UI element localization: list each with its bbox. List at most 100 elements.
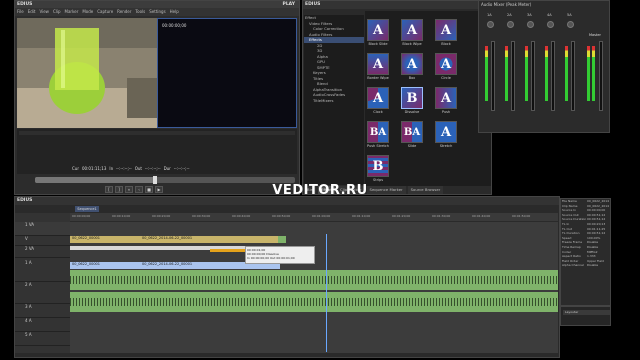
information-panel: File Name 00_0622_2014 Clip Name 00_0622_2… <box>560 198 611 306</box>
effect-tile-clock[interactable]: A <box>367 87 389 109</box>
master-fader[interactable] <box>599 41 603 111</box>
layouter-panel: Layouter <box>560 306 611 326</box>
pan-knob[interactable] <box>567 21 574 28</box>
playhead[interactable] <box>326 234 327 352</box>
effect-tile-push[interactable]: A <box>435 87 457 109</box>
sequence-tab[interactable]: Sequence1 <box>75 206 99 212</box>
effect-label: Box <box>408 76 416 80</box>
preview-window: EDIUS PLAY File Edit View Clip Marker Mo… <box>14 0 300 195</box>
timeline-logo: EDIUS <box>17 198 33 203</box>
effect-label: Push <box>441 110 451 114</box>
track-header-1a[interactable]: 1 A <box>15 260 70 282</box>
effect-tile-block-slide[interactable]: A <box>367 19 389 41</box>
effect-label: Block Wipe <box>402 42 422 46</box>
tree-item[interactable]: TitleMixers <box>304 98 364 104</box>
video-clip[interactable]: 00_0622_2014-06-22_00001 <box>140 236 280 243</box>
time-ruler[interactable]: 00:00:00;00 00:00:10;00 00:00:20;00 00:0… <box>70 213 558 221</box>
player-monitor[interactable] <box>17 18 157 128</box>
master-meter-left <box>587 46 590 101</box>
channel-fader[interactable] <box>491 41 495 111</box>
track-header-1va[interactable]: 1 VA <box>15 222 70 236</box>
menu-view[interactable]: View <box>39 9 49 15</box>
track-header-2a[interactable]: 2 A <box>15 282 70 304</box>
cur-timecode: 00:01:11;13 <box>81 166 107 171</box>
recorder-monitor[interactable]: 00:00:00;00 <box>157 18 297 128</box>
menu-settings[interactable]: Settings <box>149 9 165 15</box>
marker-strip <box>19 131 295 135</box>
effect-tile-block[interactable]: A <box>435 19 457 41</box>
level-meter <box>485 46 488 101</box>
menu-file[interactable]: File <box>17 9 24 15</box>
effect-tree[interactable]: Effect Video Filters Color Correction Au… <box>304 15 364 185</box>
level-meter <box>505 46 508 101</box>
out-timecode: --:--:--;-- <box>144 166 161 171</box>
effect-tile-stretch[interactable]: A <box>435 121 457 143</box>
menu-tools[interactable]: Tools <box>135 9 145 15</box>
channel-label: 3A <box>527 13 532 17</box>
menu-mode[interactable]: Mode <box>82 9 93 15</box>
track-header-v[interactable]: V <box>15 236 70 246</box>
preview-titlebar: EDIUS PLAY <box>15 1 299 8</box>
pan-knob[interactable] <box>507 21 514 28</box>
channel-fader[interactable] <box>551 41 555 111</box>
transition-tooltip: 00:00:01;00 00:00:00;00 Dissolve In 00:0… <box>245 246 315 264</box>
master-meter-right <box>592 46 595 101</box>
pan-knob[interactable] <box>547 21 554 28</box>
ruler-tick: 00:01:20;00 <box>392 214 411 218</box>
ruler-tick: 00:01:40;00 <box>472 214 491 218</box>
info-row: Alpha Channel Disable <box>561 263 610 268</box>
effect-label: Push Stretch <box>366 144 390 148</box>
channel-label: 4A <box>547 13 552 17</box>
track-header-5a[interactable]: 5 A <box>15 332 70 346</box>
ruler-tick: 00:00:50;00 <box>272 214 291 218</box>
menu-clip[interactable]: Clip <box>53 9 61 15</box>
effect-label: Stretch <box>439 144 453 148</box>
mixer-title: Audio Mixer (Peak Meter) <box>481 2 532 7</box>
layouter-item[interactable]: Layouter <box>563 310 610 315</box>
video-clip[interactable]: 00_0622_00001 <box>70 236 140 243</box>
level-meter <box>525 46 528 101</box>
effect-tile-border-wipe[interactable]: A <box>367 53 389 75</box>
menu-render[interactable]: Render <box>117 9 131 15</box>
menu-edit[interactable]: Edit <box>28 9 36 15</box>
audio-clip[interactable]: 00_0622_00001 <box>70 262 140 269</box>
effect-tile-slide[interactable]: BA <box>401 121 423 143</box>
effect-tile-dissolve[interactable]: B <box>401 87 423 109</box>
track-header-4a[interactable]: 4 A <box>15 318 70 332</box>
effect-tile-strips[interactable]: B <box>367 155 389 177</box>
menu-bar: File Edit View Clip Marker Mode Capture … <box>15 8 299 16</box>
channel-fader[interactable] <box>571 41 575 111</box>
channel-fader[interactable] <box>531 41 535 111</box>
ruler-tick: 00:00:30;00 <box>192 214 211 218</box>
audio-waveform-1a[interactable] <box>70 270 558 290</box>
master-label: Master <box>589 33 601 37</box>
ruler-tick: 00:01:30;00 <box>432 214 451 218</box>
track-headers: 1 VA V 2 VA 1 A 2 A 3 A 4 A 5 A <box>15 213 70 353</box>
timeline-titlebar: EDIUS <box>15 197 559 205</box>
menu-help[interactable]: Help <box>170 9 179 15</box>
effect-tile-block-wipe[interactable]: A <box>401 19 423 41</box>
effect-tile-push-stretch[interactable]: BA <box>367 121 389 143</box>
effect-label: Circle <box>441 76 451 80</box>
effect-label: Slide <box>407 144 417 148</box>
effect-label: Strips <box>372 178 384 182</box>
menu-marker[interactable]: Marker <box>65 9 79 15</box>
effect-tile-circle[interactable]: A <box>435 53 457 75</box>
mode-label: PLAY <box>282 2 295 7</box>
effect-palette: EDIUS Effect Video Filters Color Correct… <box>302 0 492 195</box>
effect-label: Clock <box>373 110 383 114</box>
track-header-3a[interactable]: 3 A <box>15 304 70 318</box>
ruler-tick: 00:00:10;00 <box>112 214 131 218</box>
track-area[interactable]: 00_0622_00001 00_0622_2014-06-22_00001 0… <box>70 222 558 353</box>
preview-toolbar: Cur 00:01:11;13 In --:--:--;-- Out --:--… <box>17 129 297 174</box>
menu-capture[interactable]: Capture <box>97 9 113 15</box>
audio-waveform-2a[interactable] <box>70 292 558 312</box>
channel-fader[interactable] <box>511 41 515 111</box>
effect-tile-box[interactable]: A <box>401 53 423 75</box>
track-header-2va[interactable]: 2 VA <box>15 246 70 258</box>
transition-marker[interactable] <box>278 236 286 243</box>
ruler-tick: 00:01:00;00 <box>312 214 331 218</box>
cur-label: Cur <box>72 166 79 171</box>
pan-knob[interactable] <box>487 21 494 28</box>
pan-knob[interactable] <box>527 21 534 28</box>
